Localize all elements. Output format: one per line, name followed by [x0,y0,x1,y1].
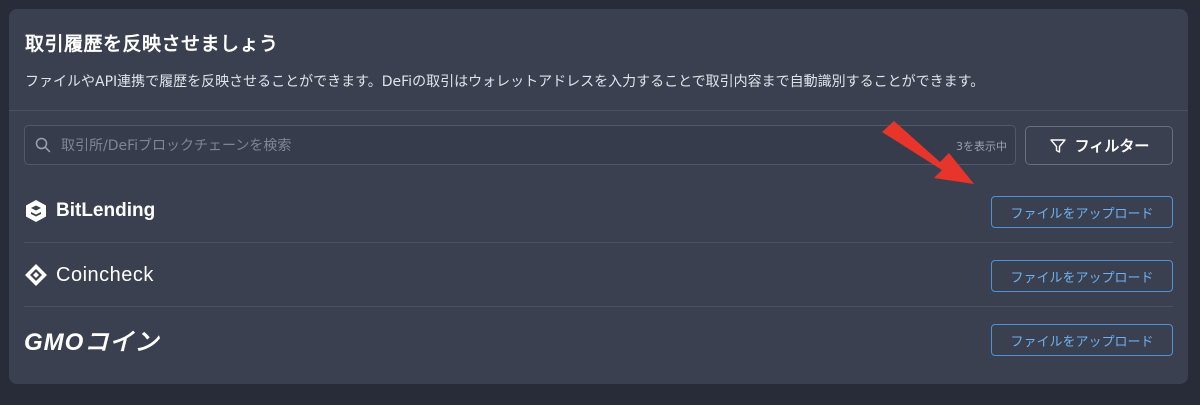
exchange-name: GMOコイン [24,328,160,356]
annotation-arrow-icon [882,121,974,184]
search-input[interactable] [59,132,943,160]
filter-button[interactable]: フィルター [1025,126,1173,165]
coincheck-logo-icon [25,264,47,286]
exchange-name: Coincheck [56,263,154,286]
panel-title: 取引履歴を反映させましょう [25,33,279,55]
upload-file-button[interactable]: ファイルをアップロード [991,260,1173,292]
filter-button-label: フィルター [1074,137,1150,155]
gmo-coin-logo: GMOコイン [24,307,159,371]
sync-history-panel: 取引履歴を反映させましょう ファイルやAPI連携で履歴を反映させることができます… [9,9,1188,384]
filter-icon [1049,138,1066,153]
exchange-row-bitlending: BitLending ファイルをアップロード [24,179,1173,243]
panel-description: ファイルやAPI連携で履歴を反映させることができます。DeFiの取引はウォレット… [25,74,985,90]
bitlending-logo-icon [26,200,46,222]
upload-file-button[interactable]: ファイルをアップロード [991,324,1173,356]
exchange-row-coincheck: Coincheck ファイルをアップロード [24,243,1173,307]
exchange-row-gmo-coin: GMOコイン ファイルをアップロード [24,307,1173,371]
search-icon [35,137,51,153]
bitlending-logo: BitLending [24,179,155,243]
divider [9,110,1188,111]
coincheck-logo: Coincheck [24,243,154,307]
exchange-name: BitLending [56,200,156,221]
upload-file-button[interactable]: ファイルをアップロード [991,196,1173,228]
search-box[interactable]: 3を表示中 [24,125,1016,165]
